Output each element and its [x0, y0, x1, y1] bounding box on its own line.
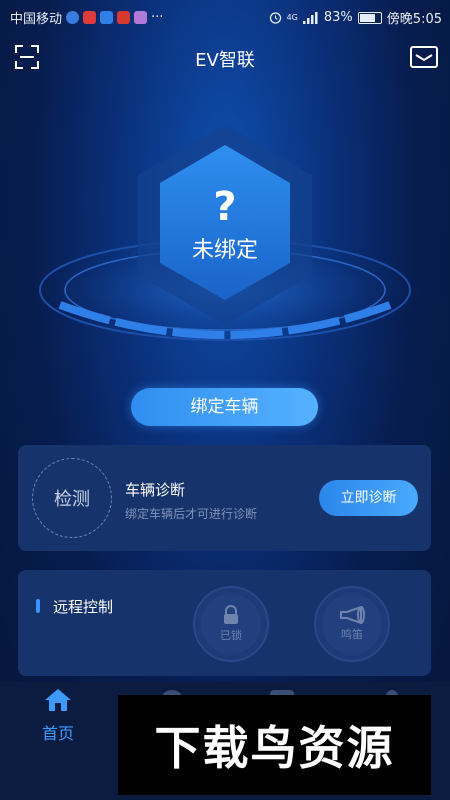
home-icon [45, 689, 71, 711]
section-marker [36, 599, 40, 613]
app-notification-icon [83, 11, 97, 24]
clock: 傍晚5:05 [386, 12, 442, 27]
diagnosis-subtitle: 绑定车辆后才可进行诊断 [125, 507, 258, 521]
app-notification-icon [117, 11, 131, 24]
lock-label: 已锁 [220, 629, 242, 642]
bind-vehicle-button[interactable]: 绑定车辆 [131, 388, 318, 426]
battery-icon [357, 11, 382, 24]
battery-percent: 83% [323, 10, 353, 25]
page-title: EV智联 [195, 50, 255, 71]
remote-control-title: 远程控制 [53, 598, 114, 616]
diagnosis-title: 车辆诊断 [125, 481, 186, 499]
unknown-icon: ? [213, 184, 237, 230]
app-notification-icon [66, 11, 80, 24]
horn-control[interactable]: 鸣笛 [314, 586, 390, 662]
carrier-label: 中国移动 [10, 12, 63, 27]
signal-icon [302, 11, 318, 24]
lock-icon [224, 605, 238, 624]
remote-control-card: 远程控制 已锁 鸣笛 [18, 570, 431, 676]
diagnose-now-button[interactable]: 立即诊断 [319, 480, 418, 516]
vehicle-status-hero: ? 未绑定 [0, 100, 450, 370]
lock-control[interactable]: 已锁 [193, 586, 269, 662]
horn-icon [340, 606, 365, 624]
app-header: EV智联 [0, 40, 450, 74]
more-notifications: ··· [151, 10, 164, 25]
status-bar: 中国移动 ··· 4G 83% 傍晚5:05 [0, 0, 450, 32]
app-notification-icon [134, 11, 148, 24]
tab-home[interactable]: 首页 [8, 688, 108, 744]
diagnosis-card: 检测 车辆诊断 绑定车辆后才可进行诊断 立即诊断 [18, 445, 431, 551]
watermark-overlay: 下载鸟资源 [118, 695, 431, 795]
horn-label: 鸣笛 [341, 628, 363, 641]
mail-icon[interactable] [410, 46, 438, 68]
tab-home-label: 首页 [41, 724, 74, 743]
app-notification-icon [100, 11, 114, 24]
binding-status: 未绑定 [191, 238, 258, 263]
detect-badge: 检测 [32, 458, 112, 538]
alarm-icon [269, 12, 281, 24]
network-type: 4G [286, 12, 298, 22]
